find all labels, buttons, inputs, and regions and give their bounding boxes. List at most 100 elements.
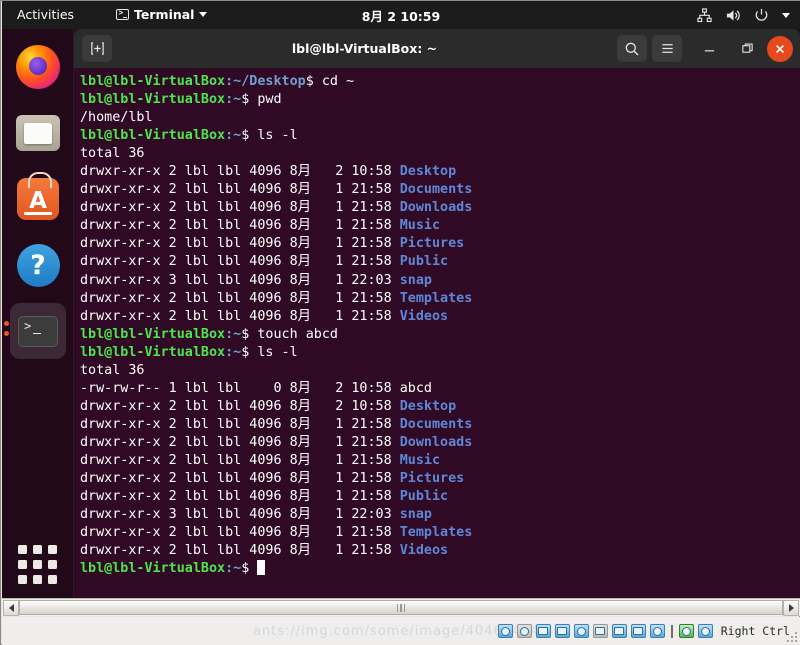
scroll-right-button[interactable]	[783, 599, 799, 616]
prompt-user-host: lbl@lbl-VirtualBox	[80, 344, 226, 360]
guest-screen: Activities Terminal 8月 2 10:59	[2, 1, 800, 598]
software-glyph: A	[29, 188, 47, 214]
listing-metadata: drwxr-xr-x 2 lbl lbl 4096 8月 1 21:58	[80, 182, 400, 198]
listing-metadata: drwxr-xr-x 2 lbl lbl 4096 8月 1 21:58	[80, 452, 400, 468]
dock-item-terminal[interactable]	[4, 303, 66, 359]
scrollbar-track[interactable]	[19, 599, 783, 616]
terminal-output[interactable]: lbl@lbl-VirtualBox:~/Desktop$ cd ~ lbl@lb…	[74, 68, 800, 598]
cd-icon[interactable]	[516, 624, 532, 638]
firefox-icon	[16, 45, 60, 89]
listing-entry-name: Desktop	[399, 398, 457, 414]
terminal-listing-row: drwxr-xr-x 2 lbl lbl 4096 8月 2 10:58 Des…	[80, 398, 800, 416]
prompt-user-host: lbl@lbl-VirtualBox	[80, 92, 226, 108]
listing-entry-name: Templates	[399, 525, 473, 541]
scrollbar-thumb[interactable]	[19, 600, 783, 615]
horizontal-scrollbar[interactable]	[2, 598, 800, 616]
volume-icon	[725, 8, 741, 23]
harddisk-icon[interactable]	[497, 624, 513, 638]
usb-icon[interactable]	[611, 624, 627, 638]
terminal-prompt-line: lbl@lbl-VirtualBox:~$ ls -l	[80, 344, 800, 362]
prompt-user-host: lbl@lbl-VirtualBox	[80, 74, 226, 89]
listing-entry-name: Videos	[399, 308, 449, 324]
prompt-path: :~	[225, 561, 242, 577]
listing-metadata: drwxr-xr-x 3 lbl lbl 4096 8月 1 22:03	[80, 272, 400, 288]
app-menu-terminal[interactable]: Terminal	[109, 4, 214, 26]
listing-metadata: drwxr-xr-x 2 lbl lbl 4096 8月 1 21:58	[80, 471, 400, 487]
terminal-listing-row: drwxr-xr-x 2 lbl lbl 4096 8月 1 21:58 Pub…	[80, 488, 800, 506]
shared-folder-icon[interactable]	[554, 624, 570, 638]
capture-icon[interactable]	[630, 624, 646, 638]
terminal-listing-row: drwxr-xr-x 2 lbl lbl 4096 8月 2 10:58 Des…	[80, 163, 800, 181]
system-status-area[interactable]	[697, 7, 790, 23]
terminal-output-line: total 36	[80, 362, 145, 378]
dock-item-ubuntu-software[interactable]: A	[10, 171, 66, 227]
listing-entry-name: Public	[399, 254, 449, 270]
help-icon: ?	[16, 243, 60, 287]
terminal-listing-row: drwxr-xr-x 2 lbl lbl 4096 8月 1 21:58 Tem…	[80, 524, 800, 542]
gnome-top-bar: Activities Terminal 8月 2 10:59	[2, 1, 800, 29]
listing-metadata: drwxr-xr-x 2 lbl lbl 4096 8月 1 21:58	[80, 525, 400, 541]
listing-metadata: drwxr-xr-x 2 lbl lbl 4096 8月 1 21:58	[80, 200, 400, 216]
terminal-listing-row: drwxr-xr-x 3 lbl lbl 4096 8月 1 22:03 sna…	[80, 506, 800, 524]
dock-item-files[interactable]	[10, 105, 66, 161]
dock-item-firefox[interactable]	[10, 39, 66, 95]
prompt-path: :~/Desktop	[225, 74, 306, 89]
terminal-command: cd ~	[321, 74, 355, 89]
globe-icon[interactable]	[678, 624, 694, 638]
download-icon[interactable]	[697, 624, 713, 638]
listing-metadata: drwxr-xr-x 3 lbl lbl 4096 8月 1 22:03	[80, 507, 400, 523]
menu-button[interactable]	[652, 35, 682, 62]
terminal-title-bar[interactable]: lbl@lbl-VirtualBox: ~	[74, 29, 800, 68]
prompt-user-host: lbl@lbl-VirtualBox	[80, 561, 226, 577]
dock-item-help[interactable]: ?	[10, 237, 66, 293]
mouse-icon[interactable]	[573, 624, 589, 638]
chevron-down-icon	[782, 12, 790, 18]
terminal-prompt-line: lbl@lbl-VirtualBox:~$ touch abcd	[80, 326, 800, 344]
listing-entry-name: snap	[399, 507, 432, 523]
minimize-button[interactable]	[696, 36, 722, 62]
close-button[interactable]	[767, 35, 793, 62]
display-icon[interactable]	[592, 624, 608, 638]
search-button[interactable]	[617, 35, 647, 62]
listing-entry-name: snap	[399, 272, 432, 288]
terminal-command: touch abcd	[257, 326, 338, 342]
listing-metadata: drwxr-xr-x 2 lbl lbl 4096 8月 1 21:58	[80, 254, 400, 270]
listing-metadata: drwxr-xr-x 2 lbl lbl 4096 8月 1 21:58	[80, 434, 400, 450]
terminal-listing-row: drwxr-xr-x 2 lbl lbl 4096 8月 1 21:58 Mus…	[80, 217, 800, 235]
terminal-prompt-line: lbl@lbl-VirtualBox:~/Desktop$ cd ~	[80, 73, 800, 91]
status-separator	[670, 624, 673, 638]
video-icon[interactable]	[649, 624, 665, 638]
listing-entry-name: Videos	[399, 543, 449, 559]
software-bar	[24, 212, 52, 215]
terminal-listing-row: -rw-rw-r-- 1 lbl lbl 0 8月 2 10:58 abcd	[80, 380, 800, 398]
terminal-icon	[18, 315, 58, 347]
terminal-window: lbl@lbl-VirtualBox: ~ lbl@lbl-VirtualBox…	[74, 29, 800, 598]
listing-entry-name: Music	[399, 218, 441, 234]
listing-metadata: drwxr-xr-x 2 lbl lbl 4096 8月 1 21:58	[80, 308, 400, 324]
listing-metadata: drwxr-xr-x 2 lbl lbl 4096 8月 2 10:58	[80, 164, 400, 180]
terminal-output-line: total 36	[80, 146, 145, 162]
prompt-user-host: lbl@lbl-VirtualBox	[80, 128, 226, 144]
listing-entry-name: Documents	[399, 416, 473, 432]
listing-metadata: drwxr-xr-x 2 lbl lbl 4096 8月 1 21:58	[80, 416, 400, 432]
activities-button[interactable]: Activities	[8, 4, 83, 26]
listing-entry-name: Pictures	[399, 236, 465, 252]
terminal-command: pwd	[257, 92, 282, 108]
listing-entry-name: abcd	[399, 380, 432, 396]
prompt-path: :~	[225, 128, 242, 144]
listing-metadata: drwxr-xr-x 2 lbl lbl 4096 8月 1 21:58	[80, 543, 400, 559]
new-tab-button[interactable]	[82, 35, 112, 62]
host-key-label: Right Ctrl	[720, 624, 790, 638]
listing-metadata: drwxr-xr-x 2 lbl lbl 4096 8月 2 10:58	[80, 398, 400, 414]
scroll-left-button[interactable]	[3, 599, 19, 616]
prompt-symbol: $	[241, 128, 258, 144]
network-icon[interactable]	[535, 624, 551, 638]
terminal-icon	[116, 8, 130, 20]
terminal-command: ls -l	[257, 128, 298, 144]
ubuntu-dock: A ?	[2, 29, 74, 598]
show-applications-button[interactable]	[18, 545, 58, 585]
terminal-listing-row: drwxr-xr-x 2 lbl lbl 4096 8月 1 21:58 Mus…	[80, 452, 800, 470]
maximize-button[interactable]	[734, 36, 760, 62]
listing-metadata: drwxr-xr-x 2 lbl lbl 4096 8月 1 21:58	[80, 489, 400, 505]
window-title: lbl@lbl-VirtualBox: ~	[291, 41, 438, 56]
